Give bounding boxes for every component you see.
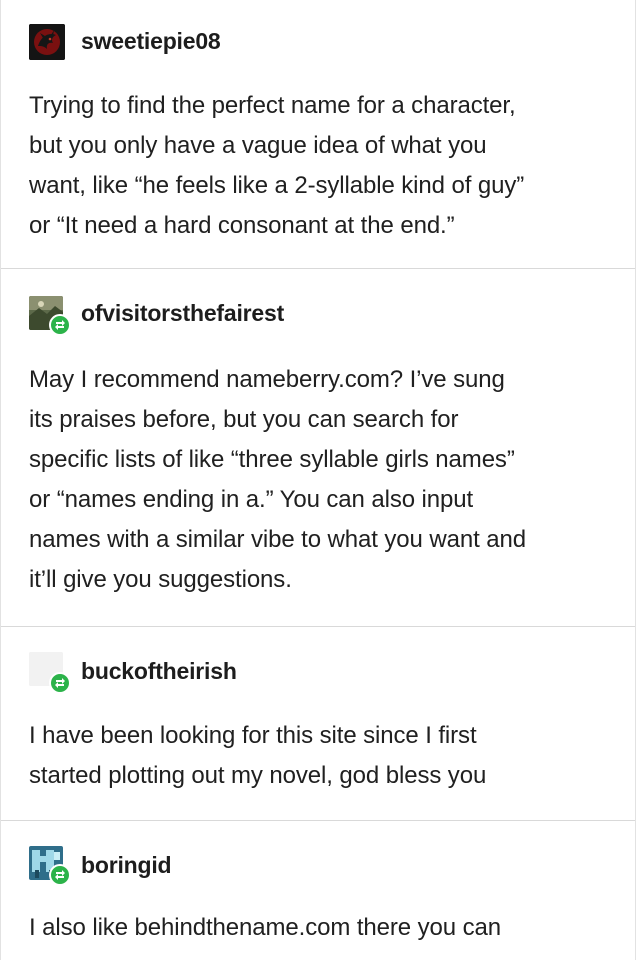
post-header: ofvisitorsthefairest — [29, 294, 613, 336]
reblog-badge — [49, 314, 71, 336]
dragon-sigil-icon — [29, 24, 65, 60]
post: sweetiepie08 Trying to find the perfect … — [1, 24, 635, 246]
post-username[interactable]: sweetiepie08 — [81, 28, 221, 55]
post-header: boringid — [29, 846, 613, 886]
avatar[interactable] — [29, 24, 65, 60]
post-body: I have been looking for this site since … — [29, 722, 487, 789]
post-divider — [1, 626, 635, 627]
post-username[interactable]: ofvisitorsthefairest — [81, 300, 284, 327]
post-divider — [1, 820, 635, 821]
post-header: sweetiepie08 — [29, 24, 613, 60]
post-header: buckoftheirish — [29, 650, 613, 694]
reblog-icon — [55, 320, 65, 330]
reblog-badge — [49, 864, 71, 886]
post: buckoftheirish I have been looking for t… — [1, 650, 635, 796]
post-username[interactable]: boringid — [81, 852, 172, 879]
post-body: Trying to find the perfect name for a ch… — [29, 92, 525, 239]
reblog-thread: sweetiepie08 Trying to find the perfect … — [0, 0, 636, 960]
post: ofvisitorsthefairest May I recommend nam… — [1, 294, 635, 600]
post: boringid I also like behindthename.com t… — [1, 846, 635, 948]
reblog-icon — [55, 678, 65, 688]
reblog-badge — [49, 672, 71, 694]
reblog-icon — [55, 870, 65, 880]
post-body: I also like behindthename.com there you … — [29, 914, 501, 941]
post-body: May I recommend nameberry.com? I’ve sung… — [29, 366, 526, 593]
post-username[interactable]: buckoftheirish — [81, 658, 237, 685]
post-divider — [1, 268, 635, 269]
